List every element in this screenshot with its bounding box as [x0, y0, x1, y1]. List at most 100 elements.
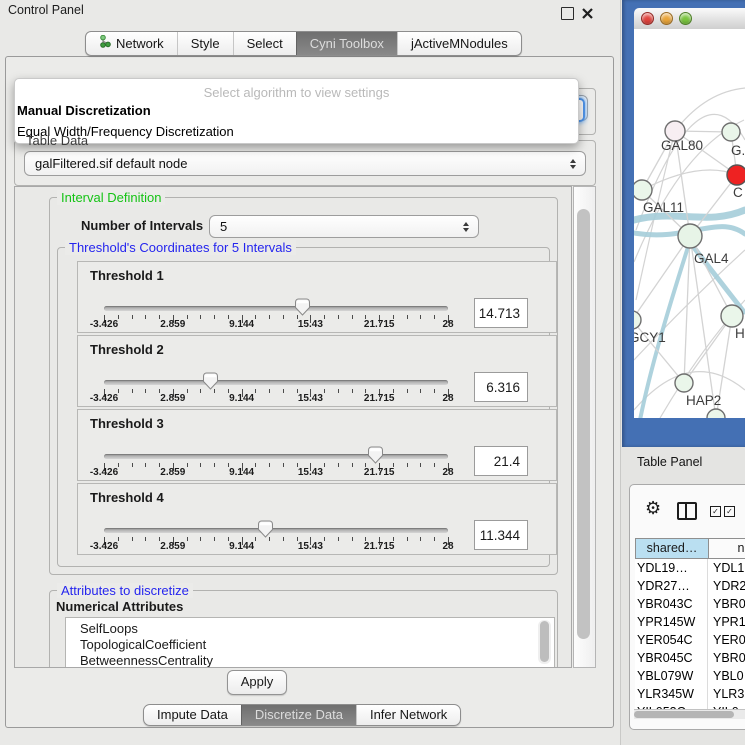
network-window-titlebar[interactable]: [634, 8, 745, 30]
cell-name: YDL1: [713, 559, 744, 577]
slider-thumb[interactable]: [202, 372, 219, 390]
threshold-value-field[interactable]: 6.316: [474, 372, 528, 402]
column-header-name[interactable]: na: [708, 538, 745, 559]
settings-scrollbar-thumb[interactable]: [577, 209, 590, 639]
mac-minimize-icon[interactable]: [660, 12, 673, 25]
cell-name: YLR3: [713, 685, 744, 703]
column-header-shared-name[interactable]: shared…: [635, 538, 708, 559]
attributes-scrollbar-thumb[interactable]: [540, 621, 549, 662]
node-label: GAL4: [694, 251, 729, 266]
tab-network[interactable]: Network: [86, 32, 177, 55]
checkbox-icon[interactable]: ✓: [724, 506, 735, 517]
tick-label: 9.144: [229, 541, 254, 552]
split-columns-icon[interactable]: [677, 502, 697, 520]
minor-tick: [407, 463, 408, 467]
tick-label: 28: [442, 541, 453, 552]
node-label: GCY1: [634, 330, 666, 345]
network-node-h[interactable]: [721, 305, 743, 327]
settings-vertical-scrollbar[interactable]: [573, 186, 596, 668]
slider-thumb[interactable]: [294, 298, 311, 316]
table-row[interactable]: YPR145WYPR1: [635, 613, 745, 631]
table-horizontal-scrollbar[interactable]: [634, 709, 745, 719]
gear-icon[interactable]: ⚙: [645, 499, 661, 517]
tick-label: 15.43: [298, 393, 323, 404]
slider-track[interactable]: [104, 380, 448, 385]
attribute-item-selfloops[interactable]: SelfLoops: [66, 621, 554, 637]
slider-thumb[interactable]: [367, 446, 384, 464]
minor-tick: [145, 463, 146, 467]
float-window-icon[interactable]: [561, 7, 574, 20]
network-node-gal11[interactable]: [634, 180, 652, 200]
table-panel: ⚙ ✓ ✓ shared… na YDL19…YDL1YDR27…YDR2YBR…: [629, 484, 745, 730]
threshold-value-field[interactable]: 21.4: [474, 446, 528, 476]
table-panel-title: Table Panel: [637, 455, 702, 469]
minor-tick: [352, 463, 353, 467]
minor-tick: [214, 315, 215, 319]
table-row[interactable]: YER054CYER0: [635, 631, 745, 649]
minor-tick: [132, 537, 133, 541]
minor-tick: [269, 389, 270, 393]
apply-button[interactable]: Apply: [227, 670, 287, 695]
table-row[interactable]: YBL079WYBL0: [635, 667, 745, 685]
popup-item-equal-width-frequency-discretization[interactable]: Equal Width/Frequency Discretization: [15, 121, 578, 142]
table-rows: YDL19…YDL1YDR27…YDR2YBR043CYBR0YPR145WYP…: [635, 559, 745, 709]
threshold-value-field[interactable]: 14.713: [474, 298, 528, 328]
tab-discretize-data[interactable]: Discretize Data: [241, 705, 356, 725]
table-data-combobox[interactable]: galFiltered.sif default node: [24, 151, 586, 176]
threshold-row-2: Threshold 2-3.4262.8599.14415.4321.71528…: [77, 335, 557, 407]
threshold-label: Threshold 4: [90, 490, 164, 505]
mac-zoom-icon[interactable]: [679, 12, 692, 25]
node-label: GAL80: [661, 138, 703, 153]
cell-shared-name: YLR345W: [637, 685, 694, 703]
tick-label: 21.715: [364, 319, 395, 330]
attribute-item-betweennesscentrality[interactable]: BetweennessCentrality: [66, 653, 554, 668]
minor-tick: [187, 315, 188, 319]
network-node-gal4[interactable]: [678, 224, 702, 248]
table-scrollbar-thumb[interactable]: [634, 711, 734, 718]
table-row[interactable]: YDR27…YDR2: [635, 577, 745, 595]
tab-impute-data[interactable]: Impute Data: [144, 705, 241, 725]
tab-style[interactable]: Style: [177, 32, 233, 55]
cell-shared-name: YDR27…: [637, 577, 690, 595]
minor-tick: [214, 463, 215, 467]
network-node-c[interactable]: [727, 165, 745, 185]
network-node-g[interactable]: [722, 123, 740, 141]
tab-jactivemnodules[interactable]: jActiveMNodules: [397, 32, 521, 55]
settings-scroll-area: Interval Definition Number of Intervals …: [14, 186, 572, 668]
table-row[interactable]: YBR045CYBR0: [635, 649, 745, 667]
mac-close-icon[interactable]: [641, 12, 654, 25]
tab-label: Style: [191, 32, 220, 55]
checkbox-icon[interactable]: ✓: [710, 506, 721, 517]
minor-tick: [407, 315, 408, 319]
cell-shared-name: YBR043C: [637, 595, 693, 613]
table-row[interactable]: YDL19…YDL1: [635, 559, 745, 577]
tab-infer-network[interactable]: Infer Network: [356, 705, 460, 725]
tab-select[interactable]: Select: [233, 32, 296, 55]
number-of-intervals-combobox[interactable]: 5: [209, 215, 479, 238]
close-icon[interactable]: [582, 7, 593, 18]
minor-tick: [255, 389, 256, 393]
network-node-gcy1[interactable]: [634, 311, 641, 329]
popup-item-manual-discretization[interactable]: Manual Discretization: [15, 100, 578, 121]
tab-label: Cyni Toolbox: [310, 32, 384, 55]
slider-thumb[interactable]: [257, 520, 274, 538]
minor-tick: [324, 463, 325, 467]
threshold-row-1: Threshold 1-3.4262.8599.14415.4321.71528…: [77, 261, 557, 333]
slider-track[interactable]: [104, 306, 448, 311]
attribute-item-topologicalcoefficient[interactable]: TopologicalCoefficient: [66, 637, 554, 653]
tab-cyni-toolbox[interactable]: Cyni Toolbox: [296, 32, 397, 55]
numerical-attributes-list[interactable]: SelfLoopsTopologicalCoefficientBetweenne…: [65, 617, 555, 668]
slider-track[interactable]: [104, 528, 448, 533]
network-node-hap2[interactable]: [675, 374, 693, 392]
network-canvas[interactable]: GAL80G.CGAL11GAL4GCY1HHAP2: [634, 29, 745, 418]
node-label: HAP2: [686, 393, 721, 408]
threshold-row-4: Threshold 4-3.4262.8599.14415.4321.71528…: [77, 483, 557, 555]
table-row[interactable]: YLR345W YLR3: [635, 685, 745, 703]
number-of-intervals-label: Number of Intervals: [81, 218, 203, 233]
table-row[interactable]: YBR043CYBR0: [635, 595, 745, 613]
network-node[interactable]: [707, 409, 725, 418]
tab-label: Discretize Data: [255, 705, 343, 725]
slider-track[interactable]: [104, 454, 448, 459]
threshold-value-field[interactable]: 11.344: [474, 520, 528, 550]
attributes-scrollbar[interactable]: [538, 620, 551, 664]
